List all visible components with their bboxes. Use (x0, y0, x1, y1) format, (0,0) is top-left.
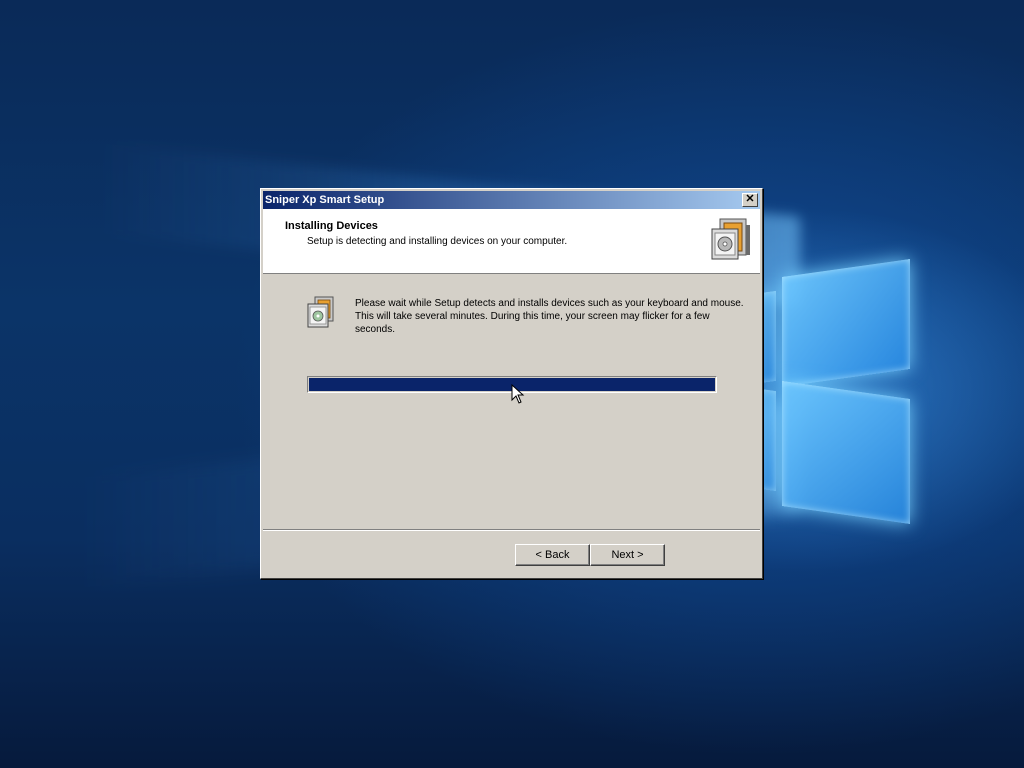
dialog-titlebar[interactable]: Sniper Xp Smart Setup ✕ (263, 191, 760, 209)
page-subtitle: Setup is detecting and installing device… (307, 236, 568, 247)
close-button[interactable]: ✕ (742, 193, 758, 207)
next-button[interactable]: Next > (590, 544, 665, 566)
wizard-header: Installing Devices Setup is detecting an… (263, 209, 760, 274)
button-separator (263, 529, 760, 531)
back-button[interactable]: < Back (515, 544, 590, 566)
windows-logo-icon (760, 240, 910, 530)
dialog-title: Sniper Xp Smart Setup (265, 194, 385, 206)
setup-box-icon (711, 218, 750, 260)
device-install-icon (307, 296, 334, 328)
mouse-cursor-icon (511, 384, 525, 404)
install-message: Please wait while Setup detects and inst… (355, 298, 744, 335)
close-icon: ✕ (745, 193, 755, 205)
page-title: Installing Devices (285, 220, 378, 232)
